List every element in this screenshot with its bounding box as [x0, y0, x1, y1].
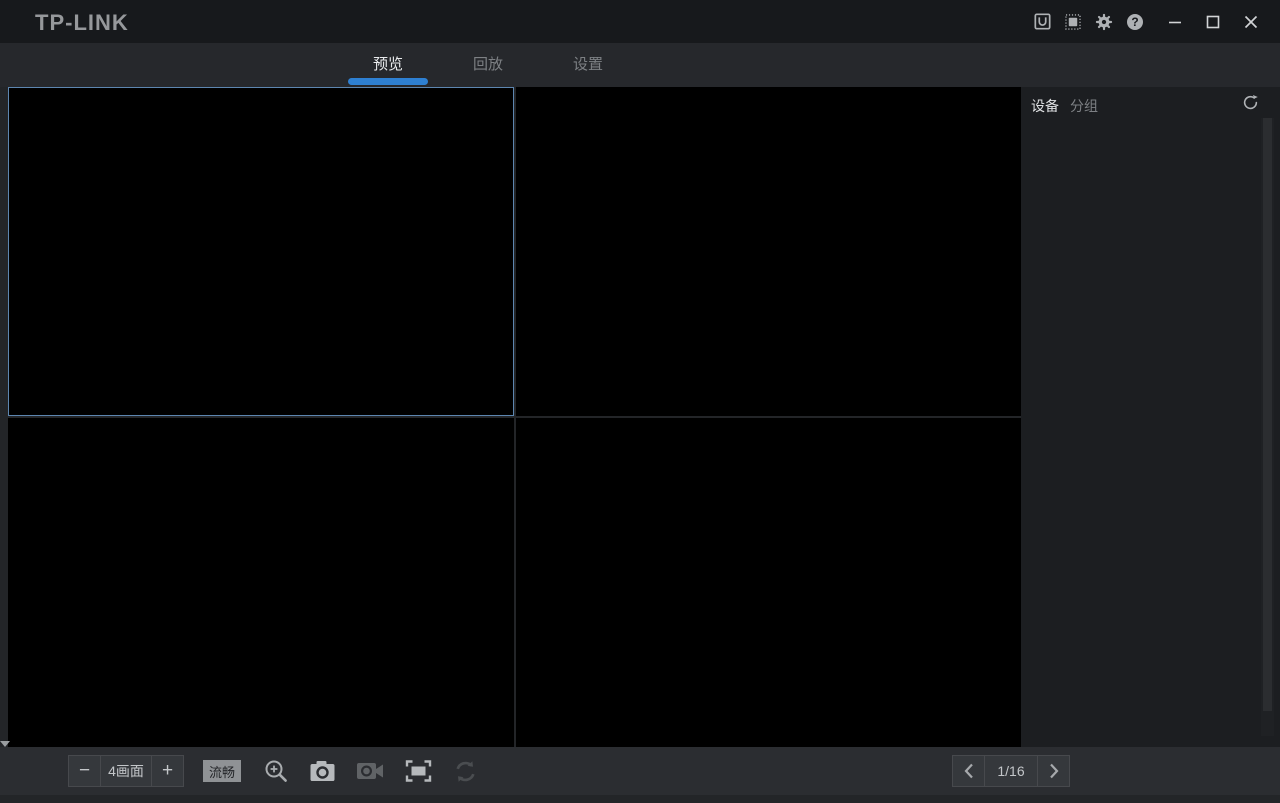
storage-disk-icon[interactable]	[1033, 13, 1051, 31]
next-page-button[interactable]	[1037, 755, 1070, 787]
tab-playback-label: 回放	[473, 56, 503, 73]
tab-preview[interactable]: 预览	[348, 43, 428, 87]
bottom-toolbar: − 4画面 + 流畅	[0, 747, 1280, 795]
minimize-button[interactable]	[1168, 15, 1182, 29]
firmware-chip-icon[interactable]	[1064, 13, 1082, 31]
help-icon[interactable]	[1126, 13, 1144, 31]
refresh-icon[interactable]	[1242, 94, 1259, 111]
tab-settings-label: 设置	[573, 56, 603, 73]
app-window: TP-LINK	[0, 0, 1280, 803]
device-list	[1021, 119, 1259, 747]
page-indicator: 1/16	[984, 755, 1038, 787]
tab-playback[interactable]: 回放	[448, 43, 528, 87]
sidebar-scrollbar[interactable]	[1261, 118, 1274, 736]
navbar: 预览 回放 设置	[0, 43, 1280, 87]
video-pane-3[interactable]	[8, 418, 514, 747]
main-tabs: 预览 回放 设置	[348, 43, 648, 87]
device-sidebar: 设备 分组	[1021, 87, 1280, 747]
video-pane-4[interactable]	[516, 418, 1021, 747]
fullscreen-icon[interactable]	[404, 760, 432, 782]
maximize-button[interactable]	[1206, 15, 1220, 29]
titlebar: TP-LINK	[0, 0, 1280, 43]
rotate-dropdown-caret[interactable]	[0, 741, 10, 764]
snapshot-camera-icon[interactable]	[308, 760, 336, 782]
record-video-icon[interactable]	[355, 761, 385, 781]
screen-layout-button[interactable]: 4画面	[100, 755, 152, 787]
gear-icon[interactable]	[1095, 13, 1113, 31]
decrease-panes-button[interactable]: −	[68, 755, 101, 787]
sidebar-tab-device[interactable]: 设备	[1031, 96, 1059, 116]
video-pane-2[interactable]	[516, 87, 1021, 416]
tab-preview-label: 预览	[373, 56, 403, 73]
increase-panes-button[interactable]: +	[151, 755, 184, 787]
window-bottom-strip	[0, 795, 1280, 803]
previous-page-button[interactable]	[952, 755, 985, 787]
close-button[interactable]	[1244, 15, 1258, 29]
tab-settings[interactable]: 设置	[548, 43, 628, 87]
sidebar-tab-group[interactable]: 分组	[1070, 96, 1098, 116]
stream-quality-button[interactable]: 流畅	[203, 760, 241, 782]
active-tab-underline	[348, 78, 428, 85]
digital-zoom-icon[interactable]	[262, 757, 290, 785]
rotate-icon[interactable]	[452, 758, 478, 784]
scrollbar-thumb[interactable]	[1263, 118, 1272, 711]
titlebar-controls	[1020, 0, 1258, 43]
brand-logo: TP-LINK	[35, 10, 129, 36]
sidebar-header: 设备 分组	[1021, 87, 1280, 119]
video-pane-1-selected[interactable]	[8, 87, 514, 416]
